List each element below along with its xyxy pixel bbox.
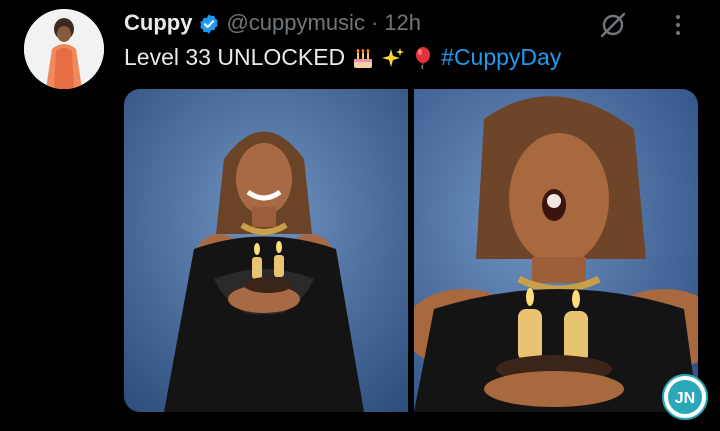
- svg-text:JN: JN: [675, 390, 695, 407]
- separator-dot: ·: [370, 10, 379, 35]
- photo-2[interactable]: [414, 89, 698, 412]
- tweet-text-main: Level 33 UNLOCKED: [124, 44, 346, 70]
- tweet-header: Cuppy @cuppymusic · 12h: [124, 8, 421, 38]
- jn-watermark-logo: JN: [662, 374, 708, 420]
- tweet-text: Level 33 UNLOCKED #CuppyDay: [124, 44, 561, 71]
- photo-1[interactable]: [124, 89, 408, 412]
- timestamp[interactable]: 12h: [384, 10, 421, 36]
- photo-2-image: [414, 89, 698, 412]
- birthday-cake-icon: [354, 48, 373, 68]
- more-options-icon[interactable]: [668, 10, 688, 40]
- hashtag-link[interactable]: #CuppyDay: [441, 44, 561, 71]
- avatar-image: [24, 9, 104, 89]
- avatar[interactable]: [24, 9, 104, 89]
- balloon-icon: [416, 46, 431, 69]
- photo-1-image: [124, 89, 408, 412]
- verified-badge-icon: [200, 13, 219, 34]
- grok-icon[interactable]: [598, 10, 628, 40]
- sparkles-icon: [382, 47, 405, 67]
- media-grid: [124, 89, 698, 412]
- handle[interactable]: @cuppymusic: [226, 10, 365, 36]
- display-name[interactable]: Cuppy: [124, 10, 192, 36]
